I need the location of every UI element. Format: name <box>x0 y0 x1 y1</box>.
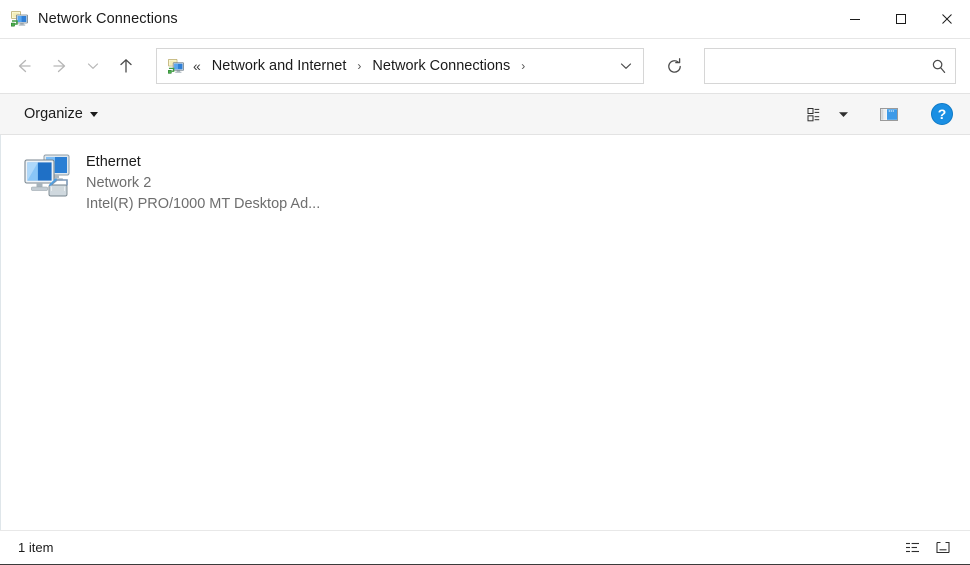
back-arrow-icon <box>18 59 31 73</box>
help-button[interactable]: ? <box>924 99 960 129</box>
help-icon: ? <box>931 103 953 125</box>
status-bar: 1 item <box>0 530 970 564</box>
address-bar-icon <box>167 58 185 75</box>
network-adapter-icon <box>21 149 75 203</box>
breadcrumb-network-and-internet[interactable]: Network and Internet <box>208 55 351 77</box>
list-view-icon <box>807 107 820 121</box>
forward-arrow-icon <box>53 59 66 73</box>
view-options-button[interactable] <box>800 99 831 129</box>
connection-network: Network 2 <box>86 175 152 191</box>
forward-button[interactable] <box>42 49 78 83</box>
recent-locations-button[interactable] <box>78 49 108 83</box>
chevron-down-icon <box>87 63 99 69</box>
chevron-down-icon <box>620 63 632 69</box>
close-button[interactable] <box>924 0 970 38</box>
preview-pane-button[interactable] <box>872 99 906 129</box>
maximize-button[interactable] <box>878 0 924 38</box>
list-item[interactable]: Ethernet Network 2 Intel(R) PRO/1000 MT … <box>15 143 328 221</box>
up-arrow-icon <box>120 59 132 73</box>
svg-text:?: ? <box>938 106 947 122</box>
item-count: 1 item <box>18 540 54 555</box>
organize-label: Organize <box>24 106 83 122</box>
file-list-view[interactable]: Ethernet Network 2 Intel(R) PRO/1000 MT … <box>0 135 970 530</box>
chevron-down-icon <box>89 111 98 117</box>
title-bar: Network Connections <box>0 0 970 39</box>
address-dropdown-button[interactable] <box>609 49 643 83</box>
chevron-down-icon <box>839 111 848 117</box>
up-button[interactable] <box>108 49 144 83</box>
list-item-labels: Ethernet Network 2 Intel(R) PRO/1000 MT … <box>86 149 320 215</box>
window-controls <box>832 0 970 38</box>
view-options-dropdown-button[interactable] <box>831 99 856 129</box>
back-button[interactable] <box>6 49 42 83</box>
navigation-bar: « Network and Internet › Network Connect… <box>0 39 970 93</box>
large-icons-view-button[interactable] <box>928 535 958 561</box>
large-icons-view-icon <box>936 541 950 553</box>
connection-adapter: Intel(R) PRO/1000 MT Desktop Ad... <box>86 196 321 212</box>
details-view-icon <box>906 542 919 552</box>
breadcrumb-network-connections[interactable]: Network Connections <box>368 55 514 77</box>
details-view-button[interactable] <box>898 535 928 561</box>
breadcrumb-separator-2[interactable]: › <box>514 59 532 73</box>
window-title: Network Connections <box>38 11 178 27</box>
network-connections-icon <box>10 10 29 28</box>
search-button[interactable] <box>921 49 955 83</box>
search-box[interactable] <box>704 48 956 84</box>
breadcrumb-separator-1[interactable]: › <box>350 59 368 73</box>
refresh-button[interactable] <box>656 49 692 83</box>
search-icon <box>932 59 945 73</box>
command-bar: Organize ? <box>0 93 970 135</box>
address-bar[interactable]: « Network and Internet › Network Connect… <box>156 48 644 84</box>
file-explorer-window: Network Connections « Network and Intern… <box>0 0 970 565</box>
connection-name: Ethernet <box>86 154 141 170</box>
organize-button[interactable]: Organize <box>16 101 106 127</box>
preview-pane-icon <box>880 107 898 121</box>
refresh-icon <box>667 57 681 73</box>
search-input[interactable] <box>705 57 921 75</box>
breadcrumb-overflow[interactable]: « <box>193 58 201 74</box>
minimize-button[interactable] <box>832 0 878 38</box>
